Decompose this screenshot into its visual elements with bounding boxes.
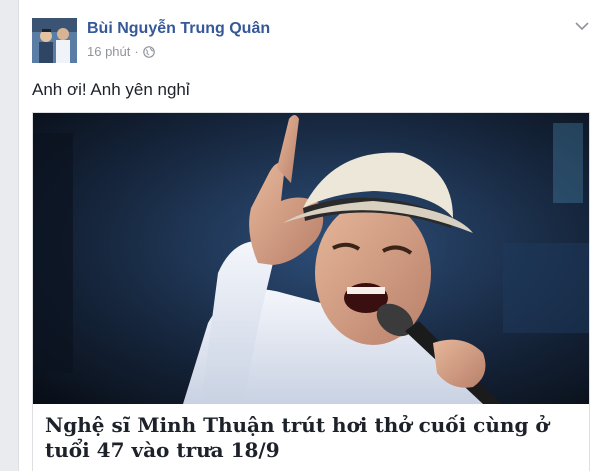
link-title[interactable]: Nghệ sĩ Minh Thuận trút hơi thở cuối cùn… bbox=[45, 413, 581, 463]
globe-icon[interactable] bbox=[142, 45, 155, 58]
post-card: Bùi Nguyễn Trung Quân 16 phút · Anh ơi! … bbox=[18, 0, 600, 471]
singer-photo bbox=[33, 113, 589, 404]
timestamp[interactable]: 16 phút bbox=[87, 44, 130, 59]
avatar[interactable] bbox=[32, 18, 77, 63]
link-image[interactable] bbox=[33, 113, 589, 404]
post-meta: 16 phút · bbox=[87, 44, 155, 59]
link-preview[interactable]: Nghệ sĩ Minh Thuận trút hơi thở cuối cùn… bbox=[32, 112, 590, 471]
meta-separator: · bbox=[134, 44, 139, 59]
author-name[interactable]: Bùi Nguyễn Trung Quân bbox=[87, 20, 270, 38]
avatar-image bbox=[32, 18, 77, 63]
chevron-down-icon[interactable] bbox=[575, 18, 589, 31]
post-text: Anh ơi! Anh yên nghỉ bbox=[32, 80, 190, 99]
